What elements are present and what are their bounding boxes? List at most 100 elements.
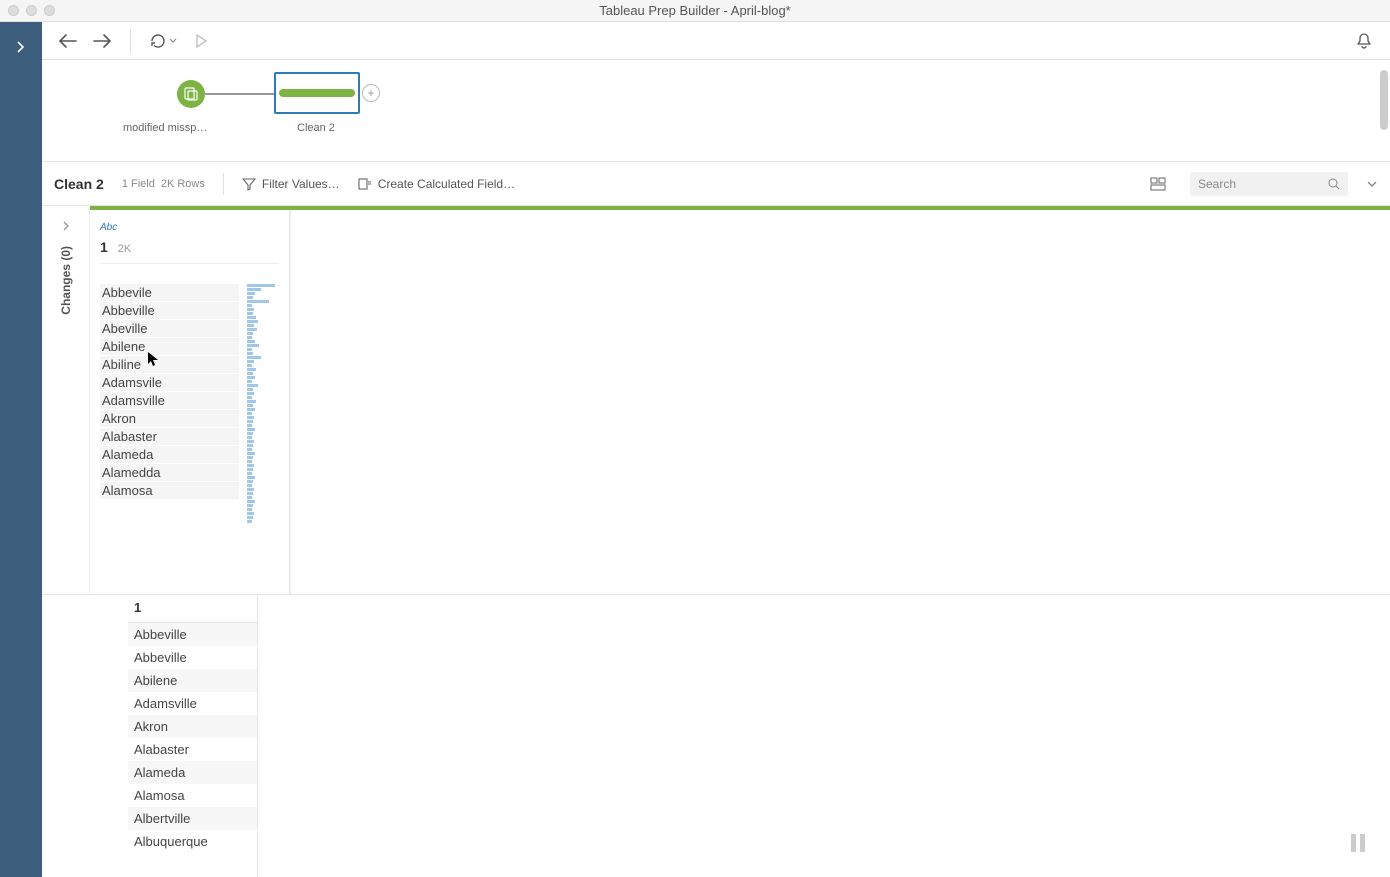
grid-cell[interactable]: Albertville: [128, 807, 257, 830]
collapse-panel-button[interactable]: [1366, 179, 1378, 189]
refresh-button[interactable]: [145, 27, 181, 55]
grid-cell[interactable]: Akron: [128, 715, 257, 738]
profile-card[interactable]: Abc 1 2K AbbevileAbbevilleAbevilleAbilen…: [90, 210, 290, 594]
histogram-bar: [247, 312, 253, 315]
histogram-bar: [247, 488, 254, 491]
search-input[interactable]: Search: [1190, 172, 1348, 196]
grid-cell[interactable]: Alabaster: [128, 738, 257, 761]
histogram-bar: [247, 484, 252, 487]
changes-label: Changes (0): [59, 246, 73, 315]
histogram-bar: [247, 328, 257, 331]
histogram-bar: [247, 308, 254, 311]
grid-column-header[interactable]: 1: [128, 595, 257, 623]
profile-value[interactable]: Akron: [100, 410, 239, 427]
histogram-bar: [247, 476, 255, 479]
histogram-bar: [247, 356, 261, 359]
profile-pane: Abc 1 2K AbbevileAbbevilleAbevilleAbilen…: [90, 206, 1390, 594]
histogram-bar: [247, 516, 253, 519]
expand-side-panel[interactable]: [16, 40, 26, 54]
histogram-bar: [247, 416, 254, 419]
main-toolbar: [42, 22, 1390, 60]
histogram-bar: [247, 452, 255, 455]
histogram-bar: [247, 324, 254, 327]
cursor-icon: [147, 351, 163, 367]
profile-value[interactable]: Alamedda: [100, 464, 239, 481]
histogram-bar: [247, 396, 252, 399]
pause-indicator[interactable]: [1344, 829, 1372, 857]
histogram-bar: [247, 412, 252, 415]
add-step-button[interactable]: +: [362, 84, 380, 102]
field-count: 2K: [118, 243, 131, 255]
grid-cell[interactable]: Alameda: [128, 761, 257, 784]
back-button[interactable]: [54, 27, 82, 55]
chevron-right-icon: [61, 220, 71, 232]
create-calc-field-label: Create Calculated Field…: [378, 177, 515, 191]
step-title: Clean 2: [54, 176, 104, 192]
histogram-bar: [247, 368, 256, 371]
profile-value[interactable]: Abbevile: [100, 284, 239, 301]
forward-button[interactable]: [88, 27, 116, 55]
grid-cell[interactable]: Albuquerque: [128, 830, 257, 853]
histogram-bar: [247, 336, 252, 339]
notifications-button[interactable]: [1350, 27, 1378, 55]
profile-value[interactable]: Alameda: [100, 446, 239, 463]
profile-value[interactable]: Abiline: [100, 356, 239, 373]
histogram-bar: [247, 436, 252, 439]
data-grid-pane: 1 AbbevilleAbbevilleAbileneAdamsvilleAkr…: [42, 595, 1390, 877]
flow-canvas[interactable]: modified missp… Clean 2 +: [42, 60, 1390, 162]
profile-value[interactable]: Alamosa: [100, 482, 239, 499]
histogram-bar: [247, 424, 252, 427]
grid-cell[interactable]: Adamsville: [128, 692, 257, 715]
field-name[interactable]: 1: [100, 239, 108, 255]
histogram-bar: [247, 360, 254, 363]
input-step-node[interactable]: [177, 80, 205, 108]
profile-value[interactable]: Abilene: [100, 338, 239, 355]
profile-value[interactable]: Alabaster: [100, 428, 239, 445]
profile-value[interactable]: Abeville: [100, 320, 239, 337]
histogram-bar: [247, 320, 258, 323]
profile-value-list[interactable]: AbbevileAbbevilleAbevilleAbileneAbilineA…: [100, 284, 239, 500]
histogram-bar: [247, 348, 252, 351]
histogram-bar: [247, 500, 255, 503]
data-grid-column[interactable]: 1 AbbevilleAbbevilleAbileneAdamsvilleAkr…: [128, 595, 258, 877]
histogram-bar: [247, 332, 253, 335]
histogram-bar: [247, 364, 252, 367]
histogram-bar: [247, 440, 254, 443]
changes-panel[interactable]: Changes (0): [42, 206, 90, 594]
histogram-bar: [247, 508, 252, 511]
clean-step-label: Clean 2: [297, 122, 335, 134]
step-fields-count: 1 Field: [122, 178, 155, 190]
histogram-bar: [247, 288, 261, 291]
histogram-bar: [247, 352, 253, 355]
view-layout-toggle[interactable]: [1144, 170, 1172, 198]
search-icon: [1328, 178, 1340, 190]
grid-cell[interactable]: Abbeville: [128, 646, 257, 669]
histogram-bar: [247, 404, 253, 407]
histogram-bar: [247, 428, 255, 431]
histogram-bar: [247, 512, 254, 515]
profile-value[interactable]: Adamsville: [100, 392, 239, 409]
profile-value[interactable]: Abbeville: [100, 302, 239, 319]
grid-cell[interactable]: Abilene: [128, 669, 257, 692]
profile-value[interactable]: Adamsvile: [100, 374, 239, 391]
grid-cell[interactable]: Alamosa: [128, 784, 257, 807]
histogram-bar: [247, 372, 253, 375]
histogram-bar: [247, 448, 252, 451]
clean-step-node[interactable]: [274, 72, 360, 114]
filter-values-label: Filter Values…: [262, 177, 340, 191]
search-placeholder: Search: [1198, 177, 1236, 191]
flow-scrollbar[interactable]: [1380, 70, 1388, 130]
histogram-bar: [247, 460, 252, 463]
filter-values-button[interactable]: Filter Values…: [242, 177, 340, 191]
profile-histogram[interactable]: [247, 284, 279, 523]
flow-connector: [204, 93, 274, 95]
histogram-bar: [247, 480, 253, 483]
run-flow-button[interactable]: [187, 27, 215, 55]
filter-icon: [242, 177, 256, 191]
histogram-bar: [247, 472, 252, 475]
create-calc-field-button[interactable]: Create Calculated Field…: [358, 177, 515, 191]
histogram-bar: [247, 444, 253, 447]
grid-cell[interactable]: Abbeville: [128, 623, 257, 646]
histogram-bar: [247, 468, 253, 471]
histogram-bar: [247, 400, 256, 403]
